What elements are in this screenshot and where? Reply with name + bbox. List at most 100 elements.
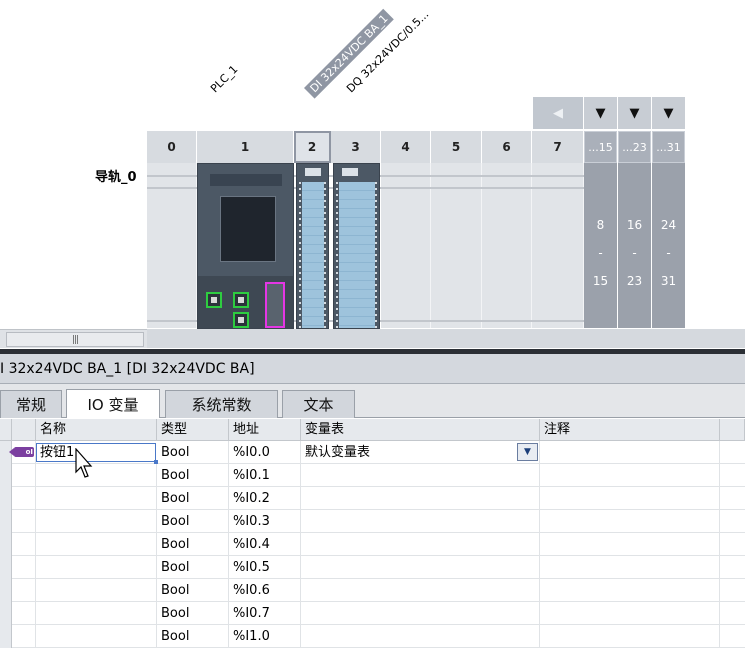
- tag-table-cell[interactable]: [301, 487, 540, 510]
- profibus-port-icon[interactable]: [265, 282, 285, 328]
- di-module[interactable]: [296, 163, 329, 329]
- tag-type-cell[interactable]: Bool: [157, 510, 229, 533]
- profinet-port-3-icon[interactable]: [233, 312, 249, 328]
- tag-type-cell[interactable]: Bool: [157, 441, 229, 464]
- tab-io-tags[interactable]: IO 变量: [66, 389, 160, 418]
- tag-address-cell[interactable]: %I0.3: [229, 510, 301, 533]
- table-row[interactable]: Bool %I1.0: [0, 625, 745, 648]
- table-row[interactable]: Bool %I0.4: [0, 533, 745, 556]
- tab-system-constants[interactable]: 系统常数: [165, 390, 278, 418]
- profinet-port-1-icon[interactable]: [206, 292, 222, 308]
- tag-name-cell[interactable]: [36, 487, 157, 510]
- table-row[interactable]: Bool %I0.5: [0, 556, 745, 579]
- tag-type-cell[interactable]: Bool: [157, 464, 229, 487]
- tab-texts[interactable]: 文本: [282, 390, 355, 418]
- scrollbar-thumb[interactable]: |||: [6, 332, 144, 347]
- table-row[interactable]: oI 按钮1 Bool %I0.0 默认变量表 ▼: [0, 441, 745, 464]
- profinet-port-2-icon[interactable]: [233, 292, 249, 308]
- tag-comment-cell[interactable]: [540, 602, 720, 625]
- tag-name-cell[interactable]: [36, 533, 157, 556]
- expansion-head-1[interactable]: ...15: [584, 131, 617, 163]
- expansion-head-3[interactable]: ...31: [652, 131, 685, 163]
- expand-arrow-2[interactable]: ▼: [618, 97, 651, 129]
- expand-arrow-3[interactable]: ▼: [652, 97, 685, 129]
- expansion-slot-1[interactable]: 8 - 15: [584, 163, 617, 328]
- tag-table-cell[interactable]: [301, 579, 540, 602]
- expand-arrow-1[interactable]: ▼: [584, 97, 617, 129]
- tag-comment-cell[interactable]: [540, 510, 720, 533]
- tag-table-cell[interactable]: 默认变量表: [301, 441, 540, 464]
- tag-name-cell[interactable]: [36, 510, 157, 533]
- tag-table-cell[interactable]: [301, 602, 540, 625]
- tag-type-cell[interactable]: Bool: [157, 556, 229, 579]
- tag-table-cell[interactable]: [301, 625, 540, 648]
- tag-type-cell[interactable]: Bool: [157, 487, 229, 510]
- slot-header-2[interactable]: 2: [294, 131, 331, 163]
- tag-name-cell[interactable]: [36, 579, 157, 602]
- tag-address-cell[interactable]: %I0.0: [229, 441, 301, 464]
- tag-address-cell[interactable]: %I0.5: [229, 556, 301, 579]
- table-row[interactable]: Bool %I0.1: [0, 464, 745, 487]
- column-tag-table[interactable]: 变量表: [301, 419, 540, 441]
- row-header[interactable]: [0, 510, 12, 533]
- row-header[interactable]: [0, 625, 12, 648]
- tag-name-input[interactable]: 按钮1: [36, 443, 158, 464]
- tag-table-cell[interactable]: [301, 464, 540, 487]
- plc-label[interactable]: PLC_1: [208, 63, 240, 95]
- table-row[interactable]: Bool %I0.6: [0, 579, 745, 602]
- tag-address-cell[interactable]: %I1.0: [229, 625, 301, 648]
- slot-header-6[interactable]: 6: [482, 131, 532, 163]
- tab-general[interactable]: 常规: [0, 390, 62, 418]
- row-header[interactable]: [0, 533, 12, 556]
- dq-module[interactable]: [333, 163, 380, 329]
- row-header[interactable]: [0, 579, 12, 602]
- row-header[interactable]: [0, 487, 12, 510]
- tag-comment-cell[interactable]: [540, 487, 720, 510]
- slot-header-0[interactable]: 0: [147, 131, 197, 163]
- tag-comment-cell[interactable]: [540, 625, 720, 648]
- tag-address-cell[interactable]: %I0.1: [229, 464, 301, 487]
- row-header[interactable]: [0, 464, 12, 487]
- table-row[interactable]: Bool %I0.3: [0, 510, 745, 533]
- tag-address-cell[interactable]: %I0.2: [229, 487, 301, 510]
- tag-type-cell[interactable]: Bool: [157, 533, 229, 556]
- tag-name-cell[interactable]: [36, 602, 157, 625]
- tag-type-cell[interactable]: Bool: [157, 602, 229, 625]
- expansion-slot-3[interactable]: 24 - 31: [652, 163, 685, 328]
- tag-address-cell[interactable]: %I0.6: [229, 579, 301, 602]
- tag-comment-cell[interactable]: [540, 556, 720, 579]
- column-comment[interactable]: 注释: [540, 419, 720, 441]
- table-row[interactable]: Bool %I0.7: [0, 602, 745, 625]
- tag-comment-cell[interactable]: [540, 579, 720, 602]
- tag-address-cell[interactable]: %I0.7: [229, 602, 301, 625]
- tag-address-cell[interactable]: %I0.4: [229, 533, 301, 556]
- slot-header-4[interactable]: 4: [381, 131, 431, 163]
- slot-header-3[interactable]: 3: [331, 131, 381, 163]
- tag-type-cell[interactable]: Bool: [157, 579, 229, 602]
- row-header[interactable]: [0, 556, 12, 579]
- tag-table-cell[interactable]: [301, 533, 540, 556]
- slot-header-1[interactable]: 1: [197, 131, 294, 163]
- tag-name-cell[interactable]: [36, 464, 157, 487]
- expansion-head-2[interactable]: ...23: [618, 131, 651, 163]
- tag-name-cell[interactable]: [36, 625, 157, 648]
- row-header[interactable]: [0, 602, 12, 625]
- expansion-slot-2[interactable]: 16 - 23: [618, 163, 651, 328]
- tag-comment-cell[interactable]: [540, 441, 720, 464]
- slot-header-5[interactable]: 5: [431, 131, 482, 163]
- tag-table-dropdown-button[interactable]: ▼: [517, 443, 538, 461]
- tag-table-cell[interactable]: [301, 556, 540, 579]
- cpu-module[interactable]: [197, 163, 294, 329]
- column-name[interactable]: 名称: [36, 419, 157, 441]
- tag-name-cell[interactable]: [36, 556, 157, 579]
- horizontal-scrollbar[interactable]: |||: [0, 329, 147, 348]
- tag-comment-cell[interactable]: [540, 464, 720, 487]
- column-address[interactable]: 地址: [229, 419, 301, 441]
- slot-header-7[interactable]: 7: [532, 131, 584, 163]
- table-row[interactable]: Bool %I0.2: [0, 487, 745, 510]
- tag-table-cell[interactable]: [301, 510, 540, 533]
- scroll-left-arrow[interactable]: ◀: [533, 97, 583, 129]
- tag-comment-cell[interactable]: [540, 533, 720, 556]
- column-type[interactable]: 类型: [157, 419, 229, 441]
- tag-type-cell[interactable]: Bool: [157, 625, 229, 648]
